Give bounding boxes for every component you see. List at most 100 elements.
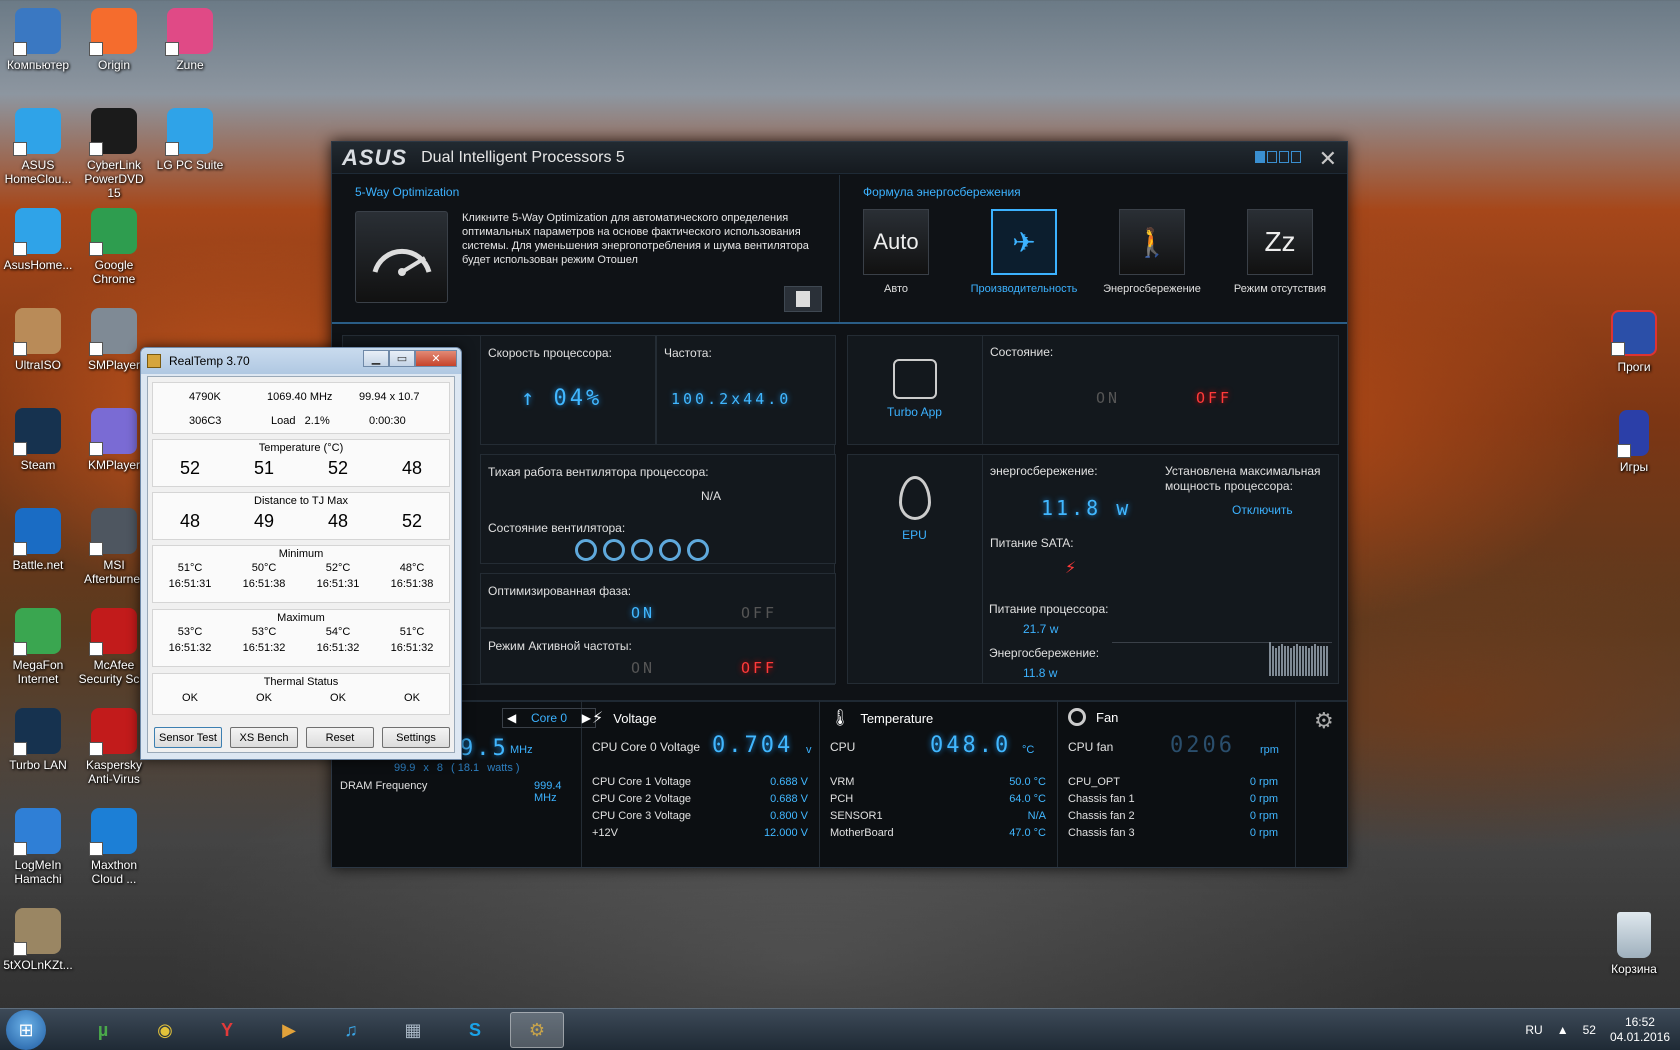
document-button[interactable]: [784, 286, 822, 312]
taskbar-media-player-button[interactable]: ▶: [262, 1012, 316, 1048]
desktop-icon[interactable]: Google Chrome: [76, 208, 152, 286]
taskbar-skype-button[interactable]: S: [448, 1012, 502, 1048]
close-icon[interactable]: ✕: [415, 350, 457, 367]
row-unit: rpm: [1259, 776, 1278, 788]
taskbar-utorrent-button[interactable]: µ: [76, 1012, 130, 1048]
maximize-icon[interactable]: ▭: [389, 350, 415, 367]
media-player-icon: ▶: [282, 1019, 296, 1040]
desktop-icon-label: Проги: [1617, 360, 1651, 374]
core-selector[interactable]: ◀ Core 0 ▶: [502, 708, 596, 728]
core-min-time: 16:51:31: [316, 578, 360, 590]
power-mode-button[interactable]: Auto: [863, 209, 929, 275]
five-way-button[interactable]: [355, 211, 448, 303]
core-temperature: 52: [179, 458, 201, 478]
monitor-row: CPU Core 1 Voltage 0.688 V: [592, 774, 808, 791]
jet-icon: [89, 508, 137, 556]
desktop-icon[interactable]: Steam: [0, 408, 76, 472]
xs-bench-button[interactable]: XS Bench: [230, 727, 298, 748]
epu-button[interactable]: EPU: [847, 454, 983, 684]
chrome-icon: [89, 208, 137, 256]
taskbar-itunes-button[interactable]: ♫: [324, 1012, 378, 1048]
turbo-app-button[interactable]: Turbo App: [847, 335, 983, 445]
desktop-icon-label: Zune: [176, 58, 204, 72]
clock[interactable]: 16:52 04.01.2016: [1610, 1015, 1670, 1045]
power-mode-button[interactable]: Zz: [1247, 209, 1313, 275]
cpu-speed-label: Скорость процессора:: [488, 346, 612, 360]
tjmax-caption: Distance to TJ Max: [254, 495, 348, 507]
load-label: Load: [271, 415, 296, 427]
active-freq-on-toggle[interactable]: ON: [631, 659, 655, 677]
realtemp-window: RealTemp 3.70 ▁ ▭ ✕ 4790K 1069.40 MHz 99…: [140, 347, 462, 760]
desktop-icon[interactable]: 5tXOLnKZt...: [0, 908, 76, 972]
monitor-row: CPU Core 3 Voltage 0.800 V: [592, 808, 808, 825]
desktop-icon-label: Maxthon Cloud ...: [90, 858, 138, 886]
desktop-icon[interactable]: LogMeIn Hamachi: [0, 808, 76, 886]
minimize-icon[interactable]: ▁: [363, 350, 389, 367]
desktop-icon[interactable]: ASUS HomeClou...: [0, 108, 76, 186]
layout-switch-icons[interactable]: [1255, 151, 1301, 163]
desktop-icon[interactable]: LG PC Suite: [152, 108, 228, 172]
core-min-time: 16:51:31: [168, 578, 212, 590]
thermal-caption: Thermal Status: [263, 676, 339, 688]
frequency-value: 100.2x44.0: [671, 390, 792, 408]
asus-titlebar[interactable]: ASUS Dual Intelligent Processors 5 ✕: [332, 142, 1347, 174]
desktop-icon-progi[interactable]: Проги: [1596, 310, 1672, 374]
tray-expand-icon[interactable]: ▲: [1557, 1023, 1569, 1037]
turbo-off-toggle[interactable]: OFF: [1196, 389, 1232, 407]
asus-logo: ASUS: [342, 144, 408, 170]
energy-saving-label: Энергосбережение:: [989, 646, 1100, 660]
language-indicator[interactable]: RU: [1525, 1023, 1542, 1037]
turbo-on-toggle[interactable]: ON: [1096, 389, 1120, 407]
desktop-icon-recycle-bin[interactable]: Корзина: [1596, 912, 1672, 976]
phase-on-toggle[interactable]: ON: [631, 604, 655, 622]
graph-bar: [1269, 642, 1271, 676]
power-mode-button[interactable]: ✈: [991, 209, 1057, 275]
start-button[interactable]: ⊞: [6, 1010, 46, 1050]
monitor-row: VRM 50.0 °C: [830, 774, 1046, 791]
taskbar-yandex-button[interactable]: Y: [200, 1012, 254, 1048]
desktop-icon[interactable]: MegaFon Internet: [0, 608, 76, 686]
desktop-icon[interactable]: Maxthon Cloud ...: [76, 808, 152, 886]
frequency-cell: Частота: 100.2x44.0: [656, 335, 836, 445]
desktop-icon[interactable]: Origin: [76, 8, 152, 72]
monitor-row: MotherBoard 47.0 °C: [830, 825, 1046, 842]
maxthon-icon: [89, 808, 137, 856]
power-mode-button[interactable]: 🚶: [1119, 209, 1185, 275]
cpu-id: 306C3: [189, 415, 222, 427]
desktop-icon-label: AsusHome...: [3, 258, 73, 272]
reset-button[interactable]: Reset: [306, 727, 374, 748]
graph-bar: [1290, 648, 1292, 676]
temperature-main-unit: °C: [1022, 744, 1035, 756]
arrow-left-icon[interactable]: ◀: [507, 711, 516, 725]
phase-off-toggle[interactable]: OFF: [741, 604, 777, 622]
desktop-icon[interactable]: AsusHome...: [0, 208, 76, 272]
realtemp-titlebar[interactable]: RealTemp 3.70 ▁ ▭ ✕: [141, 348, 461, 374]
desktop-icon-igry[interactable]: Игры: [1596, 410, 1672, 474]
tray-temp-indicator[interactable]: 52: [1583, 1023, 1596, 1037]
core-tjmax-distance: 48: [179, 511, 201, 531]
settings-gear-icon[interactable]: ⚙: [1314, 708, 1334, 734]
taskbar-asus-dip-button[interactable]: ⚙: [510, 1012, 564, 1048]
desktop-icon[interactable]: Turbo LAN: [0, 708, 76, 772]
max-power-label: Установлена максимальная мощность процес…: [1165, 464, 1321, 493]
dram-value: 999.4 MHz: [534, 780, 562, 804]
sensor-test-button[interactable]: Sensor Test: [154, 727, 222, 748]
active-freq-off-toggle[interactable]: OFF: [741, 659, 777, 677]
close-icon[interactable]: ✕: [1319, 146, 1337, 172]
desktop-icon[interactable]: CyberLink PowerDVD 15: [76, 108, 152, 200]
taskbar-chrome-button[interactable]: ◉: [138, 1012, 192, 1048]
desktop-icon[interactable]: Zune: [152, 8, 228, 72]
desktop-icon[interactable]: UltraISO: [0, 308, 76, 372]
disable-link[interactable]: Отключить: [1232, 503, 1293, 517]
settings-button[interactable]: Settings: [382, 727, 450, 748]
mcafee-icon: [89, 608, 137, 656]
windows-logo-icon: ⊞: [18, 1019, 34, 1040]
recycle-bin-icon: [1617, 912, 1651, 958]
desktop-icon[interactable]: Компьютер: [0, 8, 76, 72]
elapsed-time: 0:00:30: [369, 415, 406, 427]
fan-main-label: CPU fan: [1068, 740, 1114, 754]
voltage-monitor: ⚡ Voltage CPU Core 0 Voltage 0.704 v CPU …: [584, 700, 820, 867]
core-min-time: 16:51:38: [242, 578, 286, 590]
desktop-icon[interactable]: Battle.net: [0, 508, 76, 572]
taskbar-calculator-button[interactable]: ▦: [386, 1012, 440, 1048]
